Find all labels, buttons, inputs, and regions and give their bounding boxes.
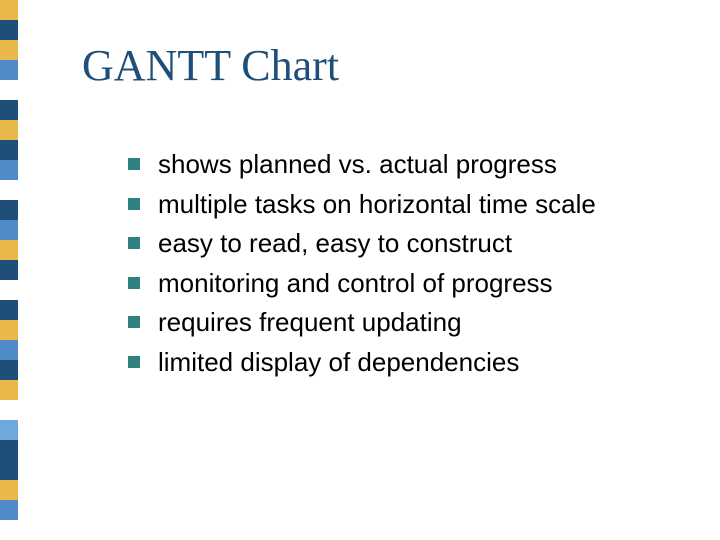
sidebar-stripe — [0, 180, 18, 200]
bullet-text: monitoring and control of progress — [158, 267, 553, 300]
sidebar-stripe — [0, 220, 18, 240]
sidebar-stripe — [0, 360, 18, 380]
bullet-icon — [128, 277, 140, 289]
list-item: monitoring and control of progress — [128, 267, 680, 300]
sidebar-stripe — [0, 380, 18, 400]
list-item: requires frequent updating — [128, 306, 680, 339]
sidebar-stripe — [0, 40, 18, 60]
sidebar-stripe — [0, 520, 18, 540]
sidebar-stripe — [0, 120, 18, 140]
sidebar-stripe — [0, 420, 18, 440]
sidebar-stripe — [0, 20, 18, 40]
bullet-text: requires frequent updating — [158, 306, 462, 339]
sidebar-stripe — [0, 240, 18, 260]
sidebar-stripe — [0, 100, 18, 120]
bullet-icon — [128, 237, 140, 249]
sidebar-stripe — [0, 460, 18, 480]
list-item: shows planned vs. actual progress — [128, 148, 680, 181]
sidebar-stripe — [0, 300, 18, 320]
list-item: limited display of dependencies — [128, 346, 680, 379]
bullet-text: multiple tasks on horizontal time scale — [158, 188, 596, 221]
bullet-text: shows planned vs. actual progress — [158, 148, 557, 181]
sidebar-stripe — [0, 320, 18, 340]
sidebar-stripe — [0, 0, 18, 20]
sidebar-stripe — [0, 280, 18, 300]
bullet-text: easy to read, easy to construct — [158, 227, 512, 260]
decorative-sidebar — [0, 0, 18, 540]
sidebar-stripe — [0, 440, 18, 460]
bullet-icon — [128, 198, 140, 210]
sidebar-stripe — [0, 400, 18, 420]
bullet-text: limited display of dependencies — [158, 346, 519, 379]
sidebar-stripe — [0, 80, 18, 100]
bullet-icon — [128, 158, 140, 170]
sidebar-stripe — [0, 140, 18, 160]
bullet-list: shows planned vs. actual progress multip… — [128, 148, 680, 385]
sidebar-stripe — [0, 160, 18, 180]
bullet-icon — [128, 316, 140, 328]
list-item: easy to read, easy to construct — [128, 227, 680, 260]
sidebar-stripe — [0, 200, 18, 220]
list-item: multiple tasks on horizontal time scale — [128, 188, 680, 221]
sidebar-stripe — [0, 340, 18, 360]
sidebar-stripe — [0, 480, 18, 500]
bullet-icon — [128, 356, 140, 368]
sidebar-stripe — [0, 260, 18, 280]
sidebar-stripe — [0, 60, 18, 80]
slide-title: GANTT Chart — [82, 40, 339, 91]
sidebar-stripe — [0, 500, 18, 520]
slide: GANTT Chart shows planned vs. actual pro… — [0, 0, 720, 540]
